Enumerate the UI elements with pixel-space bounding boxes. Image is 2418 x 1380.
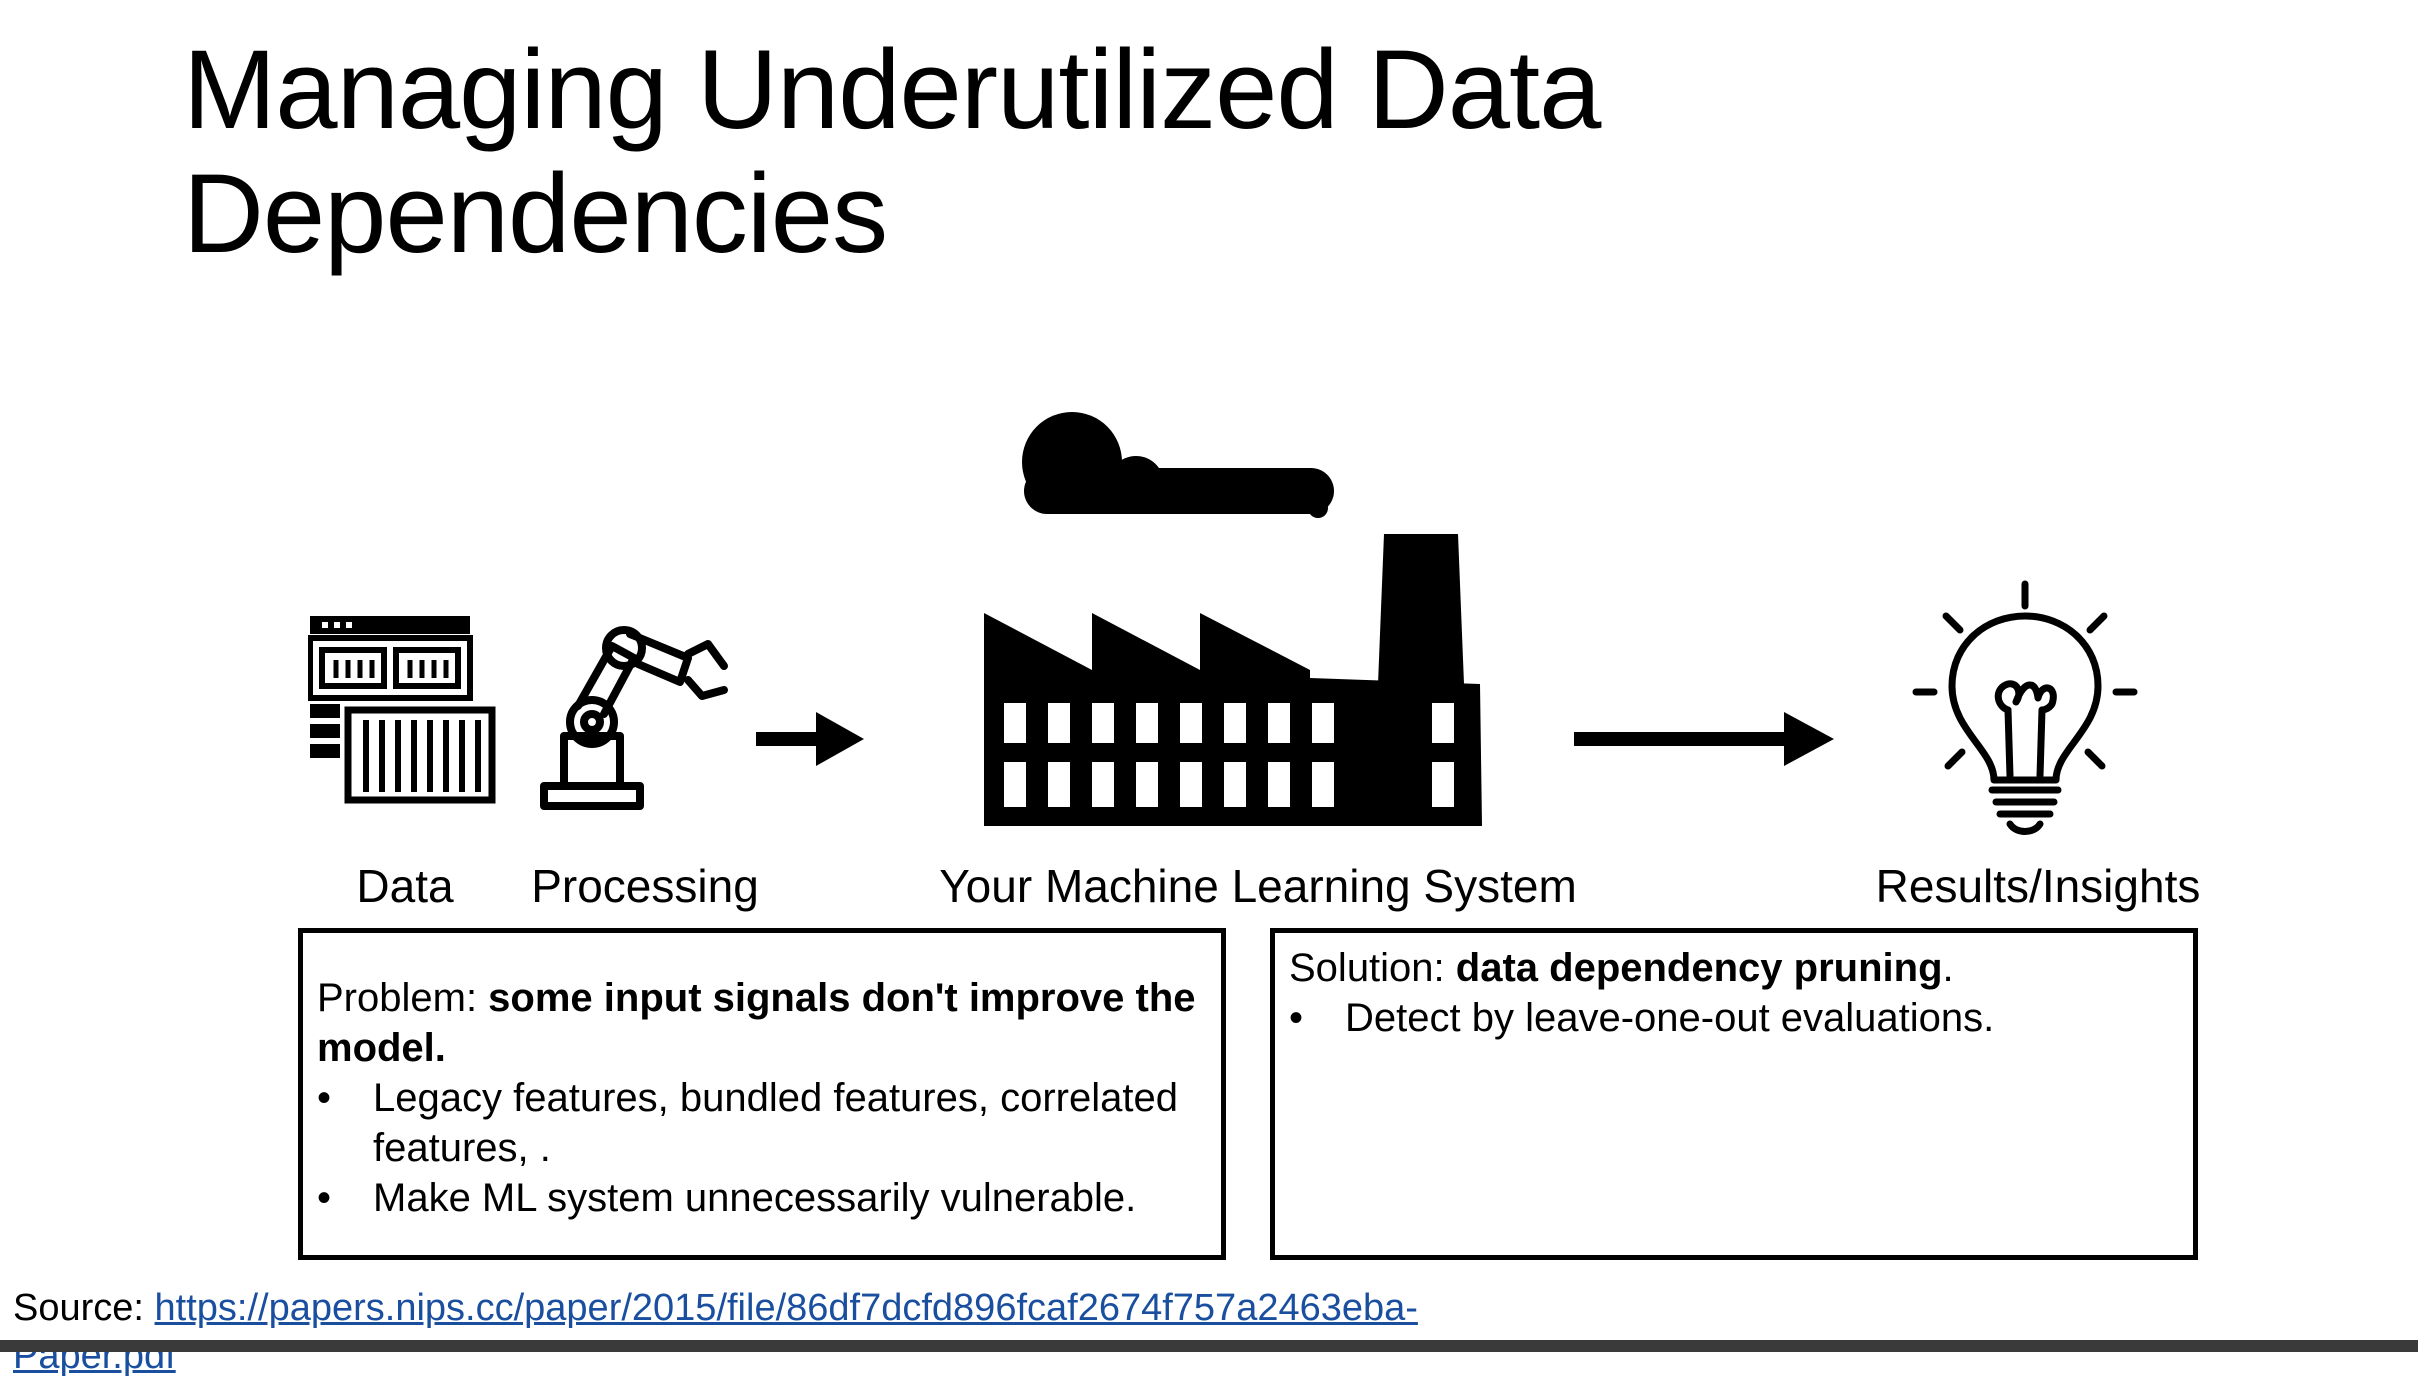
label-data: Data: [356, 860, 454, 912]
factory-icon: [984, 412, 1482, 826]
source-citation: Source: https://papers.nips.cc/paper/201…: [13, 1284, 1418, 1380]
solution-suffix: .: [1942, 946, 1954, 990]
list-item: Make ML system unnecessarily vulnerable.: [317, 1173, 1207, 1223]
list-item: Detect by leave-one-out evaluations.: [1289, 993, 2179, 1043]
source-link[interactable]: https://papers.nips.cc/paper/2015/file/8…: [13, 1287, 1418, 1380]
solution-heading: Solution: data dependency pruning.: [1289, 943, 2179, 993]
robotic-arm-icon: [540, 626, 728, 810]
problem-prefix: Problem:: [317, 976, 489, 1020]
label-results: Results/Insights: [1875, 860, 2201, 912]
solution-bullets: Detect by leave-one-out evaluations.: [1289, 993, 2179, 1043]
server-rack-icon: [308, 616, 496, 804]
problem-box: Problem: some input signals don't improv…: [298, 928, 1226, 1260]
arrow-right-icon: [1574, 712, 1834, 766]
label-processing: Processing: [531, 860, 759, 912]
list-item: Legacy features, bundled features, corre…: [317, 1073, 1207, 1173]
label-ml-system: Your Machine Learning System: [939, 860, 1577, 912]
source-link-line1: https://papers.nips.cc/paper/2015/file/8…: [154, 1287, 1418, 1329]
solution-prefix: Solution:: [1289, 946, 1456, 990]
arrow-right-icon: [756, 712, 864, 766]
lightbulb-icon: [1912, 580, 2138, 835]
bottom-bar: [0, 1340, 2418, 1352]
solution-box: Solution: data dependency pruning. Detec…: [1270, 928, 2198, 1260]
problem-bullets: Legacy features, bundled features, corre…: [317, 1073, 1207, 1223]
source-label: Source:: [13, 1287, 155, 1329]
solution-statement: data dependency pruning: [1455, 946, 1943, 990]
slide-title: Managing Underutilized Data Dependencies: [183, 27, 1601, 276]
problem-heading: Problem: some input signals don't improv…: [317, 973, 1207, 1073]
